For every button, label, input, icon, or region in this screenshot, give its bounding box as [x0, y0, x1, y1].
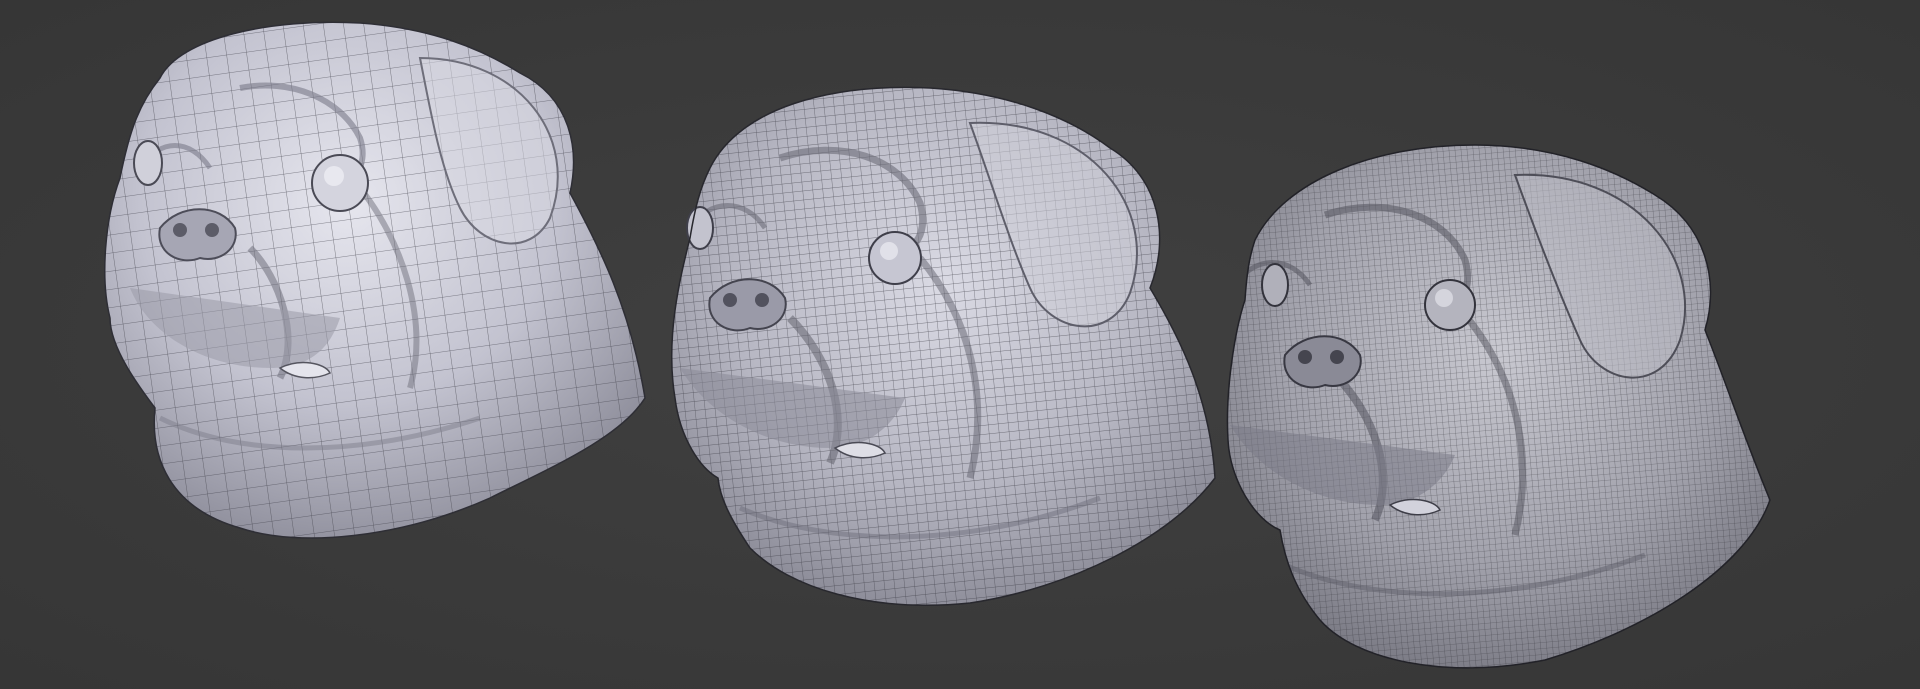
- pug-mesh-high: [1226, 144, 1771, 669]
- pug-head-render-medium: [670, 78, 1230, 608]
- nose: [1283, 335, 1362, 389]
- eye-right: [868, 231, 922, 285]
- pug-head-render-high: [1225, 140, 1785, 670]
- pug-mesh-low: [104, 21, 646, 539]
- eye-left: [133, 140, 163, 186]
- pug-head-render-low: [100, 18, 650, 548]
- eye-right: [1424, 279, 1476, 331]
- eye-left: [1261, 263, 1289, 307]
- pug-mesh-medium: [670, 86, 1216, 606]
- render-viewport: [0, 0, 1920, 689]
- eye-left: [686, 206, 714, 250]
- nose: [158, 208, 237, 262]
- nose: [708, 278, 787, 332]
